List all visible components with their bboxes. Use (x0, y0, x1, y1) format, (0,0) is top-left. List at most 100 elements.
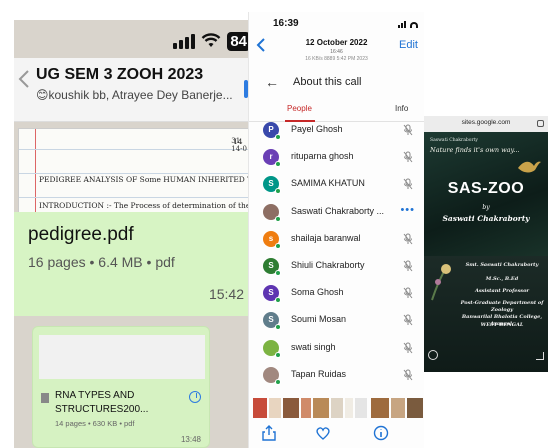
participant-row[interactable]: Tapan Ruidas (249, 363, 424, 390)
pdf-time: 15:42 (208, 286, 244, 302)
play-icon[interactable] (428, 350, 438, 360)
call-date: 12 October 2022 (305, 38, 368, 47)
info-icon[interactable] (373, 425, 389, 441)
mic-off-icon (403, 233, 413, 245)
hero-banner: Saswati Chakraborty Nature finds it's ow… (424, 132, 548, 256)
participant-name: Soumi Mosan (291, 314, 347, 325)
author-dept: Post-Graduate Department of Zoology (460, 300, 544, 313)
online-dot (275, 161, 281, 168)
hero-small-text: Saswati Chakraborty (430, 138, 478, 143)
thumbnail[interactable] (331, 398, 343, 418)
ruled-line (19, 173, 249, 174)
participant-name: Payel Ghosh (291, 124, 343, 134)
participant-row[interactable]: S Soma Ghosh (249, 281, 424, 308)
bird-icon (518, 161, 541, 173)
wifi-icon (410, 22, 418, 28)
thumbnail[interactable] (355, 398, 367, 418)
heart-icon[interactable] (315, 425, 331, 441)
rna-message[interactable]: RNA TYPES AND STRUCTURES200... 14 pages … (32, 326, 210, 448)
site-title: SAS-ZOO (447, 180, 525, 197)
author-post: Assistant Professor (474, 288, 530, 294)
tab-info[interactable]: Info (395, 104, 408, 113)
thumbnail[interactable] (269, 398, 281, 418)
thumbnail[interactable] (301, 398, 311, 418)
browser-url-bar[interactable]: sites.google.com (424, 116, 548, 132)
online-dot (275, 242, 281, 249)
thumbnail[interactable] (283, 398, 299, 418)
thumbnail[interactable] (253, 398, 267, 418)
doc-intro: INTRODUCTION :- The Process of determina… (39, 201, 250, 210)
online-dot (275, 297, 281, 304)
participant-row[interactable]: S SAMIMA KHATUN (249, 172, 424, 199)
ruled-line (19, 197, 249, 198)
participant-name: swati singh (291, 341, 336, 352)
clock: 16:39 (273, 18, 299, 29)
mic-off-icon (403, 178, 413, 190)
bottom-toolbar (249, 420, 424, 448)
participant-row[interactable]: P Payel Ghosh (249, 118, 424, 145)
mic-off-icon (403, 260, 413, 272)
mic-off-icon (403, 369, 413, 380)
call-date-sub: 16:46 (330, 49, 343, 55)
pdf-meta: 16 pages • 6.4 MB • pdf (28, 254, 175, 270)
flower-icon (431, 264, 451, 301)
participant-row[interactable]: Saswati Chakraborty ... ••• (249, 200, 424, 227)
thumbnail[interactable] (407, 398, 423, 418)
author-name: Smt. Saswati Chakraborty (465, 262, 539, 268)
thumbnail[interactable] (391, 398, 405, 418)
participant-row[interactable]: s shailaja baranwal (249, 227, 424, 254)
participant-row[interactable]: r rituparna ghosh (249, 145, 424, 172)
tab-people[interactable]: People (287, 104, 312, 113)
group-members: 😊koushik bb, Atrayee Dey Banerje... (36, 88, 233, 102)
pdf-file-icon (41, 393, 49, 403)
author-degree: M.Sc., B.Ed (485, 276, 519, 282)
rna-thumbnail[interactable] (39, 335, 205, 379)
share-icon[interactable] (261, 425, 277, 441)
author-state: WEST BENGAL (480, 322, 524, 328)
tabs-icon[interactable] (537, 120, 544, 127)
back-chevron-icon[interactable] (16, 68, 32, 90)
rna-meta: 14 pages • 630 KB • pdf (55, 419, 135, 428)
participant-row[interactable]: S Soumi Mosan (249, 308, 424, 335)
chat-header[interactable]: UG SEM 3 ZOOH 2023 😊koushik bb, Atrayee … (14, 58, 250, 122)
hero-tagline: Nature finds it's own way... (430, 146, 520, 154)
site-author: Saswati Chakraborty (442, 214, 530, 223)
rna-filename: RNA TYPES AND STRUCTURES200... (55, 390, 149, 415)
mic-off-icon (403, 151, 413, 163)
download-icon[interactable] (189, 391, 201, 403)
participant-name: Soma Ghosh (291, 287, 344, 298)
mic-off-icon (403, 124, 413, 136)
participant-list: P Payel Ghosh r rituparna ghosh S SAMIMA KHAT… (249, 118, 424, 390)
participant-name: shailaja baranwal (291, 232, 361, 243)
back-arrow-icon[interactable]: ← (265, 74, 279, 90)
more-options-icon[interactable]: ••• (400, 204, 415, 216)
participant-name: Tapan Ruidas (291, 368, 347, 379)
thumbnail[interactable] (371, 398, 389, 418)
photo-thumbnail-strip[interactable] (249, 396, 424, 420)
website-panel: sites.google.com Saswati Chakraborty Nat… (424, 116, 548, 372)
signal-icon (173, 33, 196, 49)
document-preview[interactable]: 31 14-0 PEDIGREE ANALYSIS OF Some HUMAN … (18, 128, 250, 214)
participant-name: Shiuli Chakraborty (291, 259, 365, 270)
thumbnail[interactable] (345, 398, 353, 418)
participant-name: SAMIMA KHATUN (291, 178, 365, 189)
pdf-filename: pedigree.pdf (28, 224, 134, 245)
online-dot (275, 324, 281, 331)
group-title: UG SEM 3 ZOOH 2023 (36, 66, 204, 83)
status-icons (398, 20, 418, 28)
participant-name: Saswati Chakraborty ... (291, 205, 385, 216)
doc-number: 14 (233, 137, 243, 146)
online-dot (275, 351, 281, 358)
online-dot (275, 188, 281, 195)
site-url: sites.google.com (461, 119, 511, 126)
site-by: by (482, 204, 490, 211)
expand-icon[interactable] (536, 352, 544, 360)
thumbnail[interactable] (313, 398, 329, 418)
edit-button[interactable]: Edit (399, 39, 418, 51)
participant-row[interactable]: swati singh (249, 336, 424, 363)
participant-row[interactable]: S Shiuli Chakraborty (249, 254, 424, 281)
margin-line (35, 129, 36, 213)
pdf-message[interactable]: pedigree.pdf 16 pages • 6.4 MB • pdf 15:… (14, 212, 250, 316)
about-header: ← About this call (249, 64, 424, 102)
author-info-card: Smt. Saswati Chakraborty M.Sc., B.Ed Ass… (424, 256, 548, 372)
